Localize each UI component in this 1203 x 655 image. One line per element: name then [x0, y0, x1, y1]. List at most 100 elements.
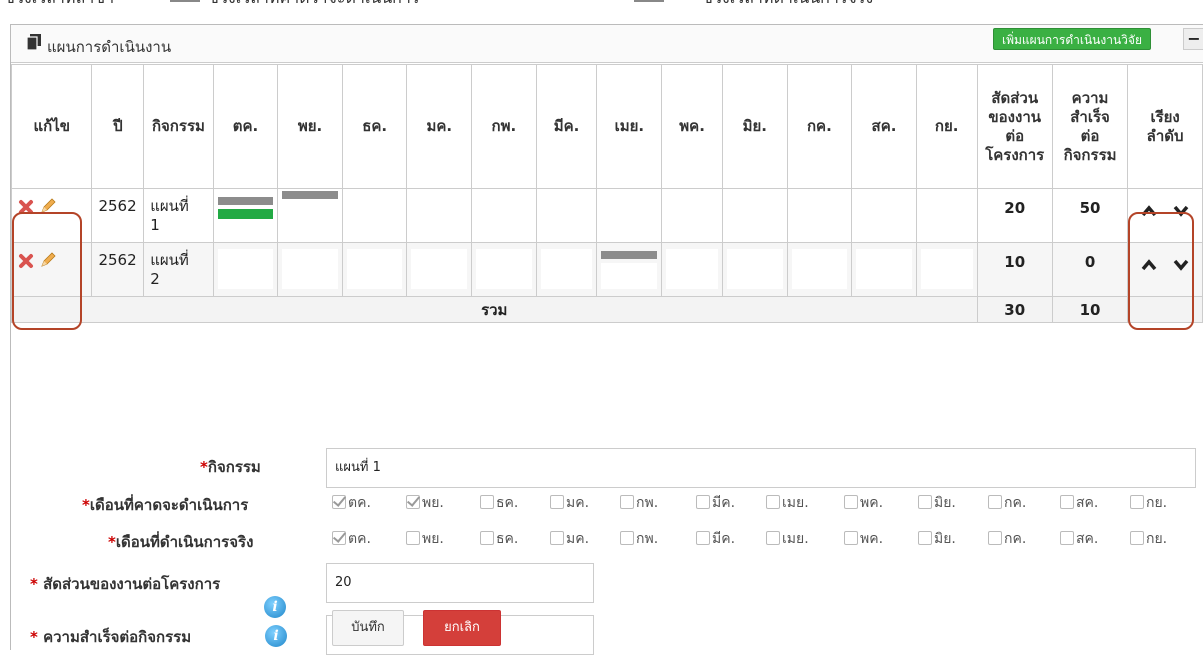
month-label: สค. — [1076, 495, 1099, 511]
month-label: กย. — [1146, 495, 1168, 511]
month-checkbox[interactable]: มีค. — [696, 528, 735, 550]
header-month: เมย. — [596, 64, 663, 189]
checkbox-icon[interactable] — [1130, 531, 1144, 545]
checkbox-icon[interactable] — [332, 495, 346, 509]
checkbox-icon[interactable] — [918, 495, 932, 509]
info-icon[interactable]: i — [264, 596, 286, 618]
month-cell — [915, 242, 978, 297]
activity-input[interactable]: แผนที่ 1 — [326, 448, 1196, 488]
row-activity: แผนที่ 2 — [143, 242, 214, 297]
row-activity: แผนที่ 1 — [143, 188, 214, 243]
row-share: 20 — [976, 188, 1053, 243]
cancel-button[interactable]: ยกเลิก — [423, 610, 501, 646]
panel-header: แผนการดำเนินงาน เพิ่มแผนการดำเนินงานวิจั… — [11, 25, 1203, 63]
checkbox-icon[interactable] — [550, 495, 564, 509]
add-plan-button[interactable]: เพิ่มแผนการดำเนินงานวิจัย — [993, 28, 1151, 50]
share-input[interactable]: 20 — [326, 563, 594, 603]
month-checkbox[interactable]: ตค. — [332, 528, 371, 550]
checkbox-icon[interactable] — [988, 531, 1002, 545]
checkbox-icon[interactable] — [844, 495, 858, 509]
header-month: พค. — [661, 64, 723, 189]
month-checkbox[interactable]: พย. — [406, 492, 444, 514]
month-checkbox[interactable]: มิย. — [918, 492, 956, 514]
checkbox-icon[interactable] — [332, 531, 346, 545]
month-checkbox[interactable]: เมย. — [766, 492, 809, 514]
empty-slot — [217, 249, 274, 289]
header-share-l2: ของงาน — [988, 107, 1042, 126]
checkbox-icon[interactable] — [480, 531, 494, 545]
month-cell — [661, 242, 723, 297]
checkbox-icon[interactable] — [918, 531, 932, 545]
header-share-l1: สัดส่วน — [991, 88, 1039, 107]
month-cell — [596, 242, 663, 297]
header-success-l4: กิจกรรม — [1063, 145, 1117, 164]
collapse-button[interactable]: − — [1183, 28, 1203, 50]
copy-icon — [27, 34, 41, 50]
planned-months-label-text: เดือนที่คาดจะดำเนินการ — [89, 496, 249, 514]
required-mark: * — [30, 628, 38, 646]
checkbox-icon[interactable] — [550, 531, 564, 545]
row-success: 0 — [1051, 242, 1129, 297]
month-label: พย. — [422, 495, 444, 511]
month-checkbox[interactable]: สค. — [1060, 492, 1098, 514]
legend-strip: ช่วงเวลาที่ล่าช้า ช่วงเวลาที่คาดว่าจะดำเ… — [0, 0, 1203, 8]
month-checkbox[interactable]: สค. — [1060, 528, 1098, 550]
row-year: 2562 — [91, 242, 145, 297]
month-checkbox[interactable]: มค. — [550, 492, 589, 514]
success-label: * ความสำเร็จต่อกิจกรรม — [30, 625, 191, 649]
month-checkbox[interactable]: กค. — [988, 492, 1026, 514]
month-checkbox[interactable]: เมย. — [766, 528, 809, 550]
month-checkbox[interactable]: มิย. — [918, 528, 956, 550]
month-checkbox[interactable]: กพ. — [620, 528, 658, 550]
month-checkbox[interactable]: พค. — [844, 528, 883, 550]
month-label: มีค. — [712, 495, 736, 511]
month-checkbox[interactable]: ธค. — [480, 528, 518, 550]
header-success-l1: ความ — [1071, 88, 1109, 107]
month-label: มิย. — [934, 531, 956, 547]
month-label: กค. — [1004, 495, 1027, 511]
checkbox-icon[interactable] — [406, 495, 420, 509]
month-label: สค. — [1076, 531, 1099, 547]
month-cell — [406, 242, 473, 297]
empty-slot — [666, 249, 718, 289]
header-sort: เรียง ลำดับ — [1127, 64, 1203, 189]
empty-slot — [920, 249, 973, 289]
month-cell — [721, 242, 788, 297]
save-button[interactable]: บันทึก — [332, 610, 404, 646]
month-checkbox[interactable]: มค. — [550, 528, 589, 550]
month-checkbox[interactable]: ตค. — [332, 492, 371, 514]
month-checkbox[interactable]: กย. — [1130, 528, 1167, 550]
checkbox-icon[interactable] — [480, 495, 494, 509]
month-checkbox[interactable]: กย. — [1130, 492, 1167, 514]
month-checkbox[interactable]: พค. — [844, 492, 883, 514]
header-month: มิย. — [721, 64, 788, 189]
checkbox-icon[interactable] — [766, 531, 780, 545]
checkbox-icon[interactable] — [844, 531, 858, 545]
month-checkbox[interactable]: ธค. — [480, 492, 518, 514]
month-cell — [915, 188, 978, 243]
month-checkbox[interactable]: กพ. — [620, 492, 658, 514]
month-checkbox[interactable]: กค. — [988, 528, 1026, 550]
checkbox-icon[interactable] — [1060, 495, 1074, 509]
checkbox-icon[interactable] — [620, 495, 634, 509]
month-checkbox[interactable]: มีค. — [696, 492, 735, 514]
empty-slot — [346, 249, 403, 289]
checkbox-icon[interactable] — [1060, 531, 1074, 545]
info-icon[interactable]: i — [265, 625, 287, 647]
header-month: มีค. — [535, 64, 598, 189]
header-month: มค. — [406, 64, 473, 189]
checkbox-icon[interactable] — [696, 495, 710, 509]
empty-slot — [282, 249, 338, 289]
month-checkbox[interactable]: พย. — [406, 528, 444, 550]
month-label: ธค. — [496, 495, 519, 511]
empty-slot — [411, 249, 468, 289]
checkbox-icon[interactable] — [696, 531, 710, 545]
checkbox-icon[interactable] — [766, 495, 780, 509]
plan-bar — [217, 197, 274, 205]
checkbox-icon[interactable] — [620, 531, 634, 545]
checkbox-icon[interactable] — [406, 531, 420, 545]
checkbox-icon[interactable] — [1130, 495, 1144, 509]
month-label: พค. — [860, 495, 884, 511]
total-label: รวม — [11, 296, 978, 323]
checkbox-icon[interactable] — [988, 495, 1002, 509]
